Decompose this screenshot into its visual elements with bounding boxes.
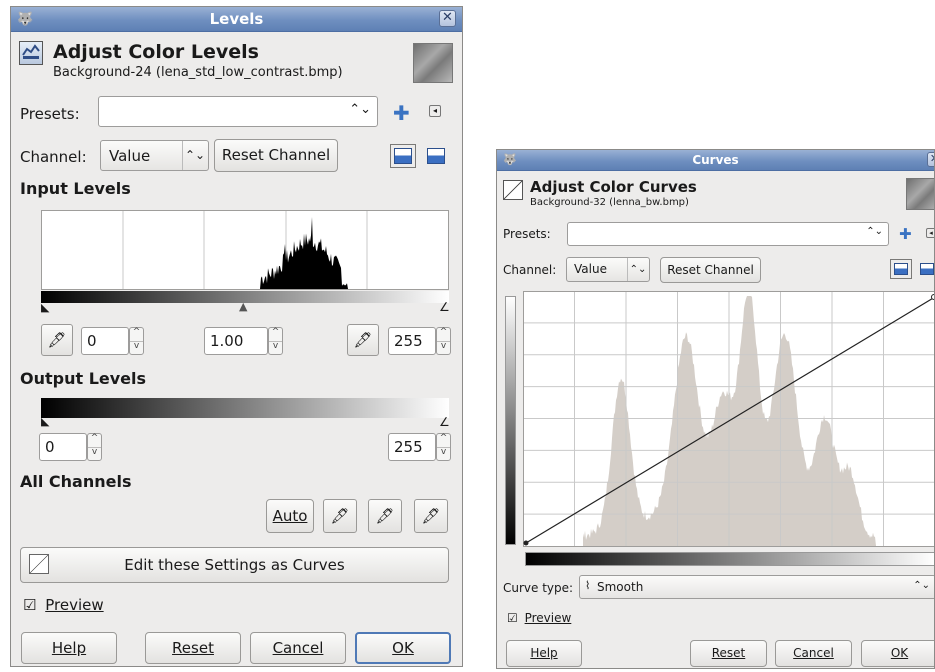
input-gamma-handle[interactable]: ▲	[239, 300, 247, 313]
input-levels-heading: Input Levels	[20, 179, 131, 198]
combo-arrows-icon: ⌃⌄	[349, 102, 371, 117]
levels-header-title: Adjust Color Levels	[53, 41, 259, 63]
curves-output-gradient	[505, 296, 516, 545]
combo-arrows-icon: ⌃⌄	[866, 226, 883, 237]
input-high-spinner[interactable]: ^ v	[436, 327, 451, 355]
curve-type-combo[interactable]: ⌇ Smooth ⌃⌄	[579, 575, 934, 599]
log-histogram-icon[interactable]	[920, 263, 934, 275]
output-low-handle[interactable]: ◣	[41, 415, 49, 428]
curves-help-button[interactable]: Help	[506, 640, 582, 667]
gimp-wilber-icon: 🐺	[17, 12, 34, 27]
curves-input-gradient	[525, 552, 934, 566]
auto-gray-picker-icon[interactable]: 🖋	[368, 499, 402, 533]
output-high-field[interactable]: 255	[388, 433, 436, 461]
linear-histogram-icon[interactable]	[390, 144, 416, 168]
checkbox-checked-icon: ☑	[507, 611, 518, 625]
edit-as-curves-button[interactable]: Edit these Settings as Curves	[20, 547, 449, 583]
combo-arrows-icon: ⌃⌄	[913, 580, 930, 591]
smooth-curve-icon: ⌇	[585, 579, 591, 592]
output-high-handle[interactable]: ∠	[439, 415, 450, 429]
white-point-picker-icon[interactable]: 🖋	[347, 324, 379, 356]
levels-icon	[22, 44, 40, 59]
output-low-spinner[interactable]: ^ v	[87, 433, 102, 461]
levels-reset-channel-button[interactable]: Reset Channel	[214, 139, 338, 172]
curves-layer-thumbnail	[906, 178, 934, 210]
linear-histogram-icon[interactable]	[890, 259, 912, 279]
levels-cancel-button[interactable]: Cancel	[250, 632, 346, 664]
auto-button[interactable]: Auto	[266, 499, 314, 533]
curves-icon	[29, 554, 49, 574]
levels-preview-checkbox[interactable]: ☑ Preview	[23, 596, 104, 614]
combo-arrows-icon: ⌃⌄	[182, 141, 207, 170]
curves-reset-channel-button[interactable]: Reset Channel	[660, 257, 761, 283]
output-high-spinner[interactable]: ^ v	[436, 433, 451, 461]
levels-header-subtitle: Background-24 (lena_std_low_contrast.bmp…	[53, 65, 343, 80]
input-low-spinner[interactable]: ^ v	[129, 327, 144, 355]
levels-header-icon	[19, 41, 43, 65]
levels-window-title: Levels	[209, 10, 264, 28]
levels-help-button[interactable]: Help	[21, 632, 117, 664]
curves-channel-label: Channel:	[503, 263, 557, 277]
add-preset-icon[interactable]: ✚	[393, 101, 410, 125]
curves-presets-combo[interactable]: ⌃⌄	[567, 222, 889, 246]
close-icon[interactable]: ✕	[439, 10, 456, 27]
curves-titlebar[interactable]: 🐺 Curves ✕	[497, 150, 934, 171]
levels-dialog: 🐺 Levels ✕ Adjust Color Levels Backgroun…	[10, 6, 463, 667]
curves-header-icon	[503, 180, 523, 200]
add-preset-icon[interactable]: ✚	[899, 225, 912, 243]
output-levels-heading: Output Levels	[20, 369, 147, 388]
curves-reset-button[interactable]: Reset	[690, 640, 767, 667]
levels-layer-thumbnail	[413, 43, 453, 83]
curves-presets-label: Presets:	[503, 227, 551, 241]
output-low-field[interactable]: 0	[39, 433, 87, 461]
checkbox-checked-icon: ☑	[23, 596, 37, 614]
all-channels-heading: All Channels	[20, 472, 132, 491]
output-levels-gradient	[41, 398, 449, 418]
input-high-field[interactable]: 255	[388, 327, 436, 355]
levels-presets-combo[interactable]: ⌃⌄	[98, 96, 378, 127]
input-gamma-spinner[interactable]: ^ v	[268, 327, 283, 355]
curves-dialog: 🐺 Curves ✕ Adjust Color Curves Backgroun…	[496, 149, 935, 669]
levels-input-histogram	[41, 210, 449, 290]
preset-menu-icon[interactable]: ◂	[429, 105, 441, 117]
input-high-handle[interactable]: ∠	[439, 300, 450, 314]
black-point-picker-icon[interactable]: 🖋	[41, 324, 73, 356]
curve-point-end[interactable]	[931, 294, 935, 300]
levels-reset-button[interactable]: Reset	[145, 632, 241, 664]
combo-arrows-icon: ⌃⌄	[627, 258, 648, 281]
close-icon[interactable]: ✕	[927, 152, 934, 167]
curves-header-subtitle: Background-32 (lenna_bw.bmp)	[530, 197, 689, 208]
levels-channel-label: Channel:	[20, 148, 87, 166]
curve-type-label: Curve type:	[503, 581, 574, 595]
levels-ok-button[interactable]: OK	[355, 632, 451, 664]
input-low-field[interactable]: 0	[81, 327, 129, 355]
curves-channel-combo[interactable]: Value ⌃⌄	[566, 257, 650, 282]
curves-window-title: Curves	[692, 153, 739, 167]
curves-preview-checkbox[interactable]: ☑ Preview	[507, 611, 571, 625]
levels-presets-label: Presets:	[20, 105, 80, 123]
gimp-wilber-icon: 🐺	[503, 153, 517, 166]
auto-black-picker-icon[interactable]: 🖋	[323, 499, 357, 533]
levels-channel-combo[interactable]: Value ⌃⌄	[100, 140, 209, 171]
levels-titlebar[interactable]: 🐺 Levels ✕	[11, 7, 462, 32]
curves-cancel-button[interactable]: Cancel	[775, 640, 852, 667]
log-histogram-icon[interactable]	[427, 148, 445, 164]
input-gamma-field[interactable]: 1.00	[204, 327, 268, 355]
curves-graph[interactable]	[523, 291, 935, 547]
curve-point-start[interactable]	[523, 540, 529, 546]
input-low-handle[interactable]: ◣	[41, 301, 49, 314]
preset-menu-icon[interactable]: ◂	[926, 228, 934, 238]
curves-header-title: Adjust Color Curves	[530, 178, 697, 196]
curves-ok-button[interactable]: OK	[861, 640, 934, 667]
auto-white-picker-icon[interactable]: 🖋	[414, 499, 448, 533]
